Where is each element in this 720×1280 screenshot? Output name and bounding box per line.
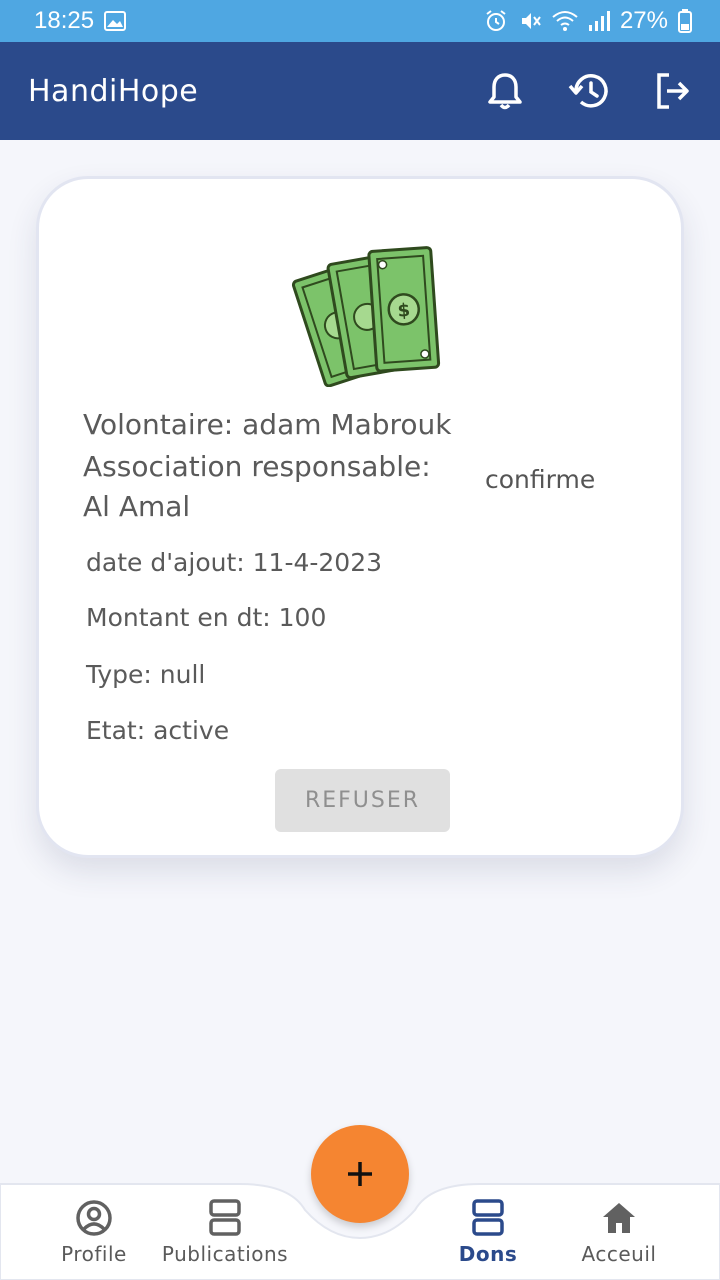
status-time: 18:25 bbox=[34, 7, 95, 34]
donation-amount: Montant en dt: 100 bbox=[86, 603, 327, 632]
app-title: HandiHope bbox=[28, 73, 199, 109]
status-bar-right: 27% bbox=[484, 7, 692, 35]
confirmation-status: confirme bbox=[485, 465, 596, 494]
alarm-icon bbox=[484, 9, 508, 33]
donation-type: Type: null bbox=[86, 660, 206, 689]
storage-icon bbox=[208, 1196, 242, 1240]
svg-text:$: $ bbox=[397, 300, 411, 322]
mute-icon bbox=[518, 9, 542, 33]
logout-button[interactable] bbox=[648, 66, 698, 116]
battery-icon bbox=[678, 9, 692, 33]
notifications-button[interactable] bbox=[480, 66, 530, 116]
association-name: Association responsable: Al Amal bbox=[83, 450, 431, 523]
donation-main-info: Volontaire: adam Mabrouk Association res… bbox=[83, 405, 463, 529]
donation-date: date d'ajout: 11-4-2023 bbox=[86, 548, 383, 577]
donation-card: $ Volontaire: adam Mabrouk Association r… bbox=[36, 176, 684, 858]
add-donation-button[interactable] bbox=[311, 1125, 409, 1223]
wifi-icon bbox=[552, 10, 578, 32]
money-illustration-icon: $ bbox=[289, 227, 459, 388]
status-bar: 18:25 27% bbox=[0, 0, 720, 42]
nav-item-acceuil[interactable]: Acceuil bbox=[549, 1196, 689, 1272]
nav-label-profile: Profile bbox=[61, 1242, 127, 1266]
history-button[interactable] bbox=[564, 66, 614, 116]
nav-item-dons[interactable]: Dons bbox=[418, 1196, 558, 1272]
account-circle-icon bbox=[75, 1196, 113, 1240]
nav-label-acceuil: Acceuil bbox=[581, 1242, 657, 1266]
nav-label-dons: Dons bbox=[458, 1242, 518, 1266]
storage-icon bbox=[471, 1196, 505, 1240]
battery-percent: 27% bbox=[619, 7, 668, 34]
app-bar-actions bbox=[480, 66, 698, 116]
nav-label-publications: Publications bbox=[161, 1242, 289, 1266]
home-icon bbox=[600, 1196, 638, 1240]
nav-item-profile[interactable]: Profile bbox=[24, 1196, 164, 1272]
bell-icon bbox=[488, 73, 522, 110]
app-bar: HandiHope bbox=[0, 42, 720, 140]
refuse-button[interactable]: REFUSER bbox=[275, 769, 450, 832]
image-notification-icon bbox=[104, 11, 127, 31]
donation-state: Etat: active bbox=[86, 716, 230, 745]
logout-icon bbox=[657, 73, 689, 109]
plus-icon bbox=[348, 1162, 372, 1186]
nav-item-publications[interactable]: Publications bbox=[155, 1196, 295, 1272]
volunteer-name: Volontaire: adam Mabrouk bbox=[83, 408, 452, 441]
history-icon bbox=[568, 74, 608, 108]
status-bar-left: 18:25 bbox=[34, 7, 127, 35]
signal-icon bbox=[588, 10, 610, 32]
